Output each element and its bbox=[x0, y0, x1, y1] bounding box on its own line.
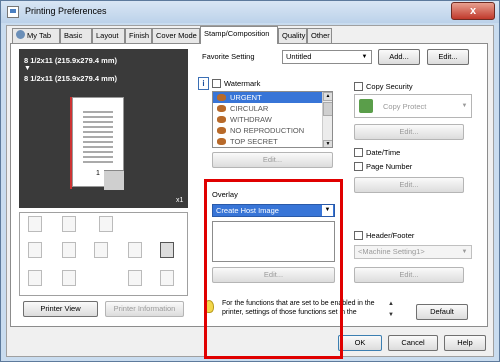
paper-size-output: 8 1/2x11 (215.9x279.4 mm) bbox=[24, 74, 117, 83]
tab-label: Other bbox=[311, 31, 330, 40]
list-item-label: WITHDRAW bbox=[230, 115, 272, 124]
overlay-icon bbox=[160, 242, 174, 258]
list-item[interactable]: URGENT bbox=[213, 92, 332, 103]
copy-security-combo[interactable]: Copy Protect ▼ bbox=[354, 94, 472, 118]
window-title: Printing Preferences bbox=[25, 6, 107, 16]
account-track-icon bbox=[128, 270, 142, 286]
default-button[interactable]: Default bbox=[416, 304, 468, 320]
scroll-down-icon[interactable]: ▼ bbox=[386, 310, 396, 321]
duplex-icon bbox=[28, 242, 42, 258]
booklet-icon bbox=[94, 242, 108, 258]
list-item-label: NO REPRODUCTION bbox=[230, 126, 305, 135]
info-scroll[interactable]: ▲ ▼ bbox=[386, 299, 396, 323]
printer-information-button[interactable]: Printer Information bbox=[105, 301, 184, 317]
down-arrow-icon: ▼ bbox=[24, 65, 31, 72]
favorite-add-button[interactable]: Add... bbox=[378, 49, 420, 65]
favorite-setting-label: Favorite Setting bbox=[202, 52, 255, 61]
combine-icon bbox=[62, 242, 76, 258]
tab-quality[interactable]: Quality bbox=[278, 28, 307, 43]
copy-security-edit-button[interactable]: Edit... bbox=[354, 124, 464, 140]
printer-view-button[interactable]: Printer View bbox=[23, 301, 98, 317]
stamp-icon bbox=[128, 242, 142, 258]
help-button[interactable]: Help bbox=[444, 335, 486, 351]
watermark-edit-button[interactable]: Edit... bbox=[212, 152, 333, 168]
list-item[interactable]: WITHDRAW bbox=[213, 114, 332, 125]
chevron-down-icon: ▼ bbox=[361, 54, 368, 60]
tab-label: Stamp/Composition bbox=[204, 29, 270, 38]
cancel-button[interactable]: Cancel bbox=[388, 335, 438, 351]
scroll-down-icon[interactable]: ▼ bbox=[323, 140, 332, 147]
favorite-setting-value: Untitled bbox=[286, 52, 312, 61]
tab-basic[interactable]: Basic bbox=[60, 28, 92, 43]
copy-security-checkbox[interactable] bbox=[354, 82, 363, 91]
my-tab-icon bbox=[16, 30, 25, 39]
tab-stamp-composition[interactable]: Stamp/Composition bbox=[200, 26, 278, 44]
tab-label: Basic bbox=[64, 31, 83, 40]
tab-label: Finish bbox=[129, 31, 150, 40]
header-footer-checkbox[interactable] bbox=[354, 231, 363, 240]
ok-button[interactable]: OK bbox=[338, 335, 382, 351]
favorite-edit-button[interactable]: Edit... bbox=[427, 49, 469, 65]
user-auth-icon bbox=[62, 270, 76, 286]
paper-size-original: 8 1/2x11 (215.9x279.4 mm) bbox=[24, 56, 117, 65]
header-footer-value: <Machine Setting1> bbox=[358, 247, 425, 256]
close-button[interactable]: x bbox=[451, 2, 495, 20]
scroll-up-icon[interactable]: ▲ bbox=[386, 299, 396, 310]
chevron-down-icon: ▼ bbox=[461, 249, 468, 255]
watermark-scrollbar[interactable]: ▲ ▼ bbox=[322, 92, 332, 147]
date-page-edit-button[interactable]: Edit... bbox=[354, 177, 464, 193]
tab-finish[interactable]: Finish bbox=[125, 28, 152, 43]
list-item[interactable]: NO REPRODUCTION bbox=[213, 125, 332, 136]
staple-icon bbox=[28, 216, 42, 232]
list-item-label: URGENT bbox=[230, 93, 262, 102]
watermark-item-icon bbox=[217, 94, 226, 101]
header-footer-combo[interactable]: <Machine Setting1> ▼ bbox=[354, 245, 472, 259]
page-number-label: Page Number bbox=[366, 162, 413, 171]
tab-label: Cover Mode bbox=[156, 31, 197, 40]
list-item[interactable]: TOP SECRET bbox=[213, 136, 332, 147]
copy-security-value: Copy Protect bbox=[383, 102, 427, 111]
header-footer-label: Header/Footer bbox=[366, 231, 415, 240]
output-tray-icon bbox=[160, 270, 174, 286]
watermark-item-icon bbox=[217, 127, 226, 134]
tab-layout[interactable]: Layout bbox=[92, 28, 125, 43]
highlight-annotation bbox=[204, 179, 343, 359]
watermark-item-icon bbox=[217, 116, 226, 123]
list-item[interactable]: CIRCULAR bbox=[213, 103, 332, 114]
tab-other[interactable]: Other bbox=[307, 28, 332, 43]
tab-label: My Tab bbox=[27, 31, 52, 40]
header-footer-edit-button[interactable]: Edit... bbox=[354, 267, 464, 283]
tab-label: Quality bbox=[282, 31, 306, 40]
watermark-item-icon bbox=[217, 138, 226, 145]
favorite-setting-combo[interactable]: Untitled ▼ bbox=[282, 50, 372, 64]
printer-icon bbox=[7, 6, 19, 18]
secure-print-icon bbox=[28, 270, 42, 286]
info-icon: i bbox=[198, 77, 209, 90]
page-number-checkbox[interactable] bbox=[354, 162, 363, 171]
chevron-down-icon: ▼ bbox=[461, 103, 468, 109]
date-time-label: Date/Time bbox=[366, 148, 401, 157]
copy-protect-icon bbox=[359, 99, 373, 113]
preview-page-number: 1 bbox=[96, 170, 100, 177]
list-item-label: CIRCULAR bbox=[230, 104, 269, 113]
page-curl-icon bbox=[104, 170, 124, 190]
list-item-label: TOP SECRET bbox=[230, 137, 278, 146]
tab-label: Layout bbox=[96, 31, 119, 40]
title-bar: Printing Preferences x bbox=[1, 1, 499, 23]
date-time-checkbox[interactable] bbox=[354, 148, 363, 157]
watermark-label: Watermark bbox=[224, 79, 261, 88]
tab-cover-mode[interactable]: Cover Mode bbox=[152, 28, 200, 43]
watermark-checkbox[interactable] bbox=[212, 79, 221, 88]
copy-security-label: Copy Security bbox=[366, 82, 413, 91]
punch-icon bbox=[62, 216, 76, 232]
watermark-list[interactable]: URGENT CIRCULAR WITHDRAW NO REPRODUCTION… bbox=[212, 91, 333, 148]
scroll-up-icon[interactable]: ▲ bbox=[323, 92, 332, 101]
copies-count: x1 bbox=[176, 197, 184, 204]
fold-icon bbox=[99, 216, 113, 232]
watermark-item-icon bbox=[217, 105, 226, 112]
tab-my-tab[interactable]: My Tab bbox=[12, 28, 60, 43]
scroll-thumb[interactable] bbox=[323, 102, 332, 116]
